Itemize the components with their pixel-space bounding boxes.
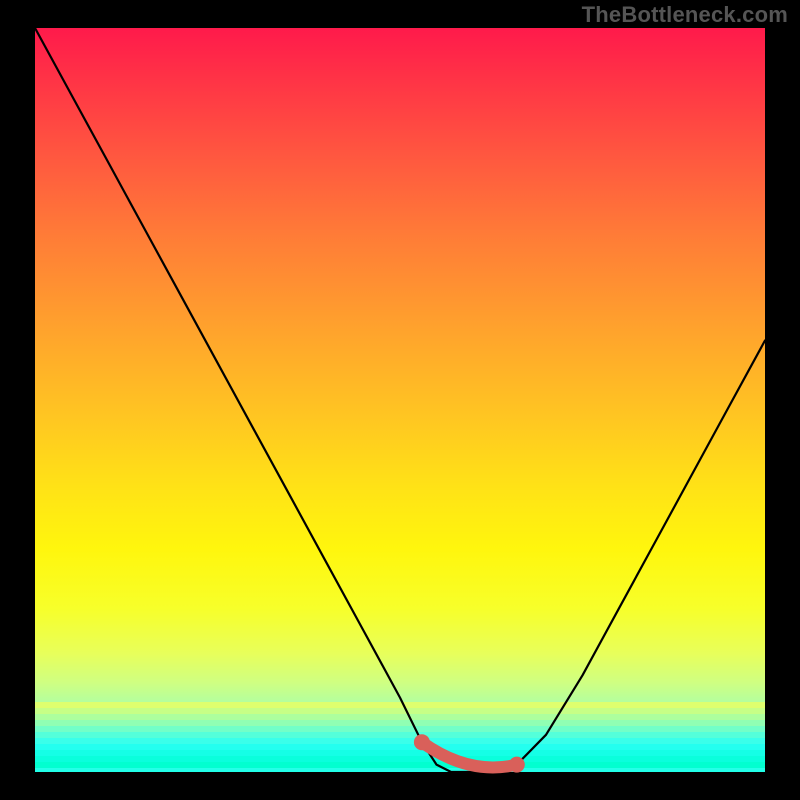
chart-frame: TheBottleneck.com xyxy=(0,0,800,800)
bottleneck-curve xyxy=(35,28,765,772)
plot-area xyxy=(35,28,765,772)
attribution-text: TheBottleneck.com xyxy=(582,2,788,28)
